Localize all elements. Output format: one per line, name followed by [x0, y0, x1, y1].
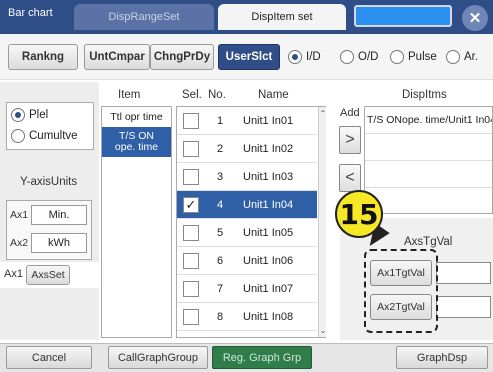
no-header: No.	[208, 89, 226, 101]
row-name: Unit1 In07	[243, 282, 294, 295]
table-row[interactable]: 6 Unit1 In06	[177, 247, 317, 275]
select-checkbox[interactable]	[183, 168, 199, 185]
table-row[interactable]: 8 Unit1 In08	[177, 303, 317, 331]
row-number: 4	[216, 198, 224, 211]
select-checkbox[interactable]	[183, 224, 199, 241]
y-axis-units-label: Y-axisUnits	[20, 176, 78, 188]
radio-plel-label: Plel	[29, 109, 49, 121]
table-row[interactable]: 7 Unit1 In07	[177, 275, 317, 303]
disp-item-row[interactable]: T/S ONope. time/Unit1 In04	[365, 107, 492, 134]
row-number: 8	[216, 310, 224, 323]
select-checkbox-checked[interactable]: ✓	[183, 196, 199, 213]
table-row[interactable]: 3 Unit1 In03	[177, 163, 317, 191]
select-checkbox[interactable]	[183, 308, 199, 325]
select-checkbox[interactable]	[183, 252, 199, 269]
radio-cumultve[interactable]: Cumultve	[11, 129, 78, 143]
disp-item-row[interactable]	[365, 188, 492, 213]
disp-items-header: DispItms	[402, 89, 447, 101]
cancel-button[interactable]: Cancel	[6, 346, 92, 369]
table-row[interactable]: 2 Unit1 In02	[177, 135, 317, 163]
row-name: Unit1 In05	[243, 226, 294, 239]
row-name: Unit1 In03	[243, 170, 294, 183]
ax1-unit-field[interactable]: Min.	[31, 205, 87, 225]
graph-display-button[interactable]: GraphDsp	[396, 346, 488, 369]
scroll-up-icon[interactable]: ⌃	[319, 109, 327, 118]
select-checkbox[interactable]	[183, 280, 199, 297]
user-select-button[interactable]: UserSlct	[218, 44, 280, 70]
ax-set-tag: Ax1	[4, 268, 23, 280]
call-graph-group-button[interactable]: CallGraphGroup	[108, 346, 208, 369]
radio-icon	[390, 50, 404, 64]
tab-blank[interactable]	[354, 5, 452, 27]
radio-selected-icon	[288, 50, 302, 64]
ax2-tag: Ax2	[10, 237, 29, 249]
item-row-ts-on-operation-time[interactable]: T/S ON ope. time	[102, 127, 171, 157]
tab-disp-range-set[interactable]: DispRangeSet	[74, 4, 214, 30]
table-scrollbar[interactable]: ⌃ ⌄	[318, 107, 326, 337]
row-number: 6	[216, 254, 224, 267]
disp-item-row[interactable]	[365, 134, 492, 161]
radio-icon	[11, 129, 25, 143]
change-period-button[interactable]: ChngPrDy	[150, 44, 214, 70]
unit-compare-button[interactable]: UntCmpar	[84, 44, 150, 70]
radio-cumultve-label: Cumultve	[29, 130, 78, 142]
row-name: Unit1 In08	[243, 310, 294, 323]
table-row[interactable]: 5 Unit1 In05	[177, 219, 317, 247]
radio-o-d-label: O/D	[358, 51, 379, 63]
radio-pulse[interactable]: Pulse	[390, 50, 437, 64]
axis-units-group: Ax1 Min. Ax2 kWh	[6, 200, 92, 260]
row-number: 1	[216, 114, 224, 127]
item-header: Item	[118, 89, 141, 101]
row-name: Unit1 In02	[243, 142, 294, 155]
radio-pulse-label: Pulse	[408, 51, 437, 63]
item-row-label-line2: ope. time	[114, 141, 159, 153]
table-row-selected[interactable]: ✓ 4 Unit1 In04	[177, 191, 317, 219]
row-number: 7	[216, 282, 224, 295]
axis-target-title: AxsTgVal	[404, 236, 453, 248]
tab-bar-chart[interactable]: Bar chart	[0, 0, 70, 34]
radio-ar[interactable]: Ar.	[446, 50, 478, 64]
radio-o-d[interactable]: O/D	[340, 50, 378, 64]
row-number: 3	[216, 170, 224, 183]
ax2-unit-field[interactable]: kWh	[31, 233, 87, 253]
ax1-tag: Ax1	[10, 209, 29, 221]
item-row-total-operation-time[interactable]: Ttl opr time	[102, 107, 171, 127]
radio-selected-icon	[11, 108, 25, 122]
row-name: Unit1 In01	[243, 114, 294, 127]
mode-group: Plel Cumultve	[6, 102, 94, 150]
row-number: 2	[216, 142, 224, 155]
add-label: Add	[340, 107, 360, 119]
item-list: Ttl opr time T/S ON ope. time	[101, 106, 172, 338]
unit-table: 1 Unit1 In01 2 Unit1 In02 3 Unit1 In03 ✓…	[176, 106, 326, 338]
row-name: Unit1 In06	[243, 254, 294, 267]
select-checkbox[interactable]	[183, 140, 199, 157]
select-checkbox[interactable]	[183, 112, 199, 129]
radio-io-d[interactable]: I/D	[288, 50, 321, 64]
row-number: 5	[216, 226, 224, 239]
highlight-dashed-box	[364, 249, 438, 333]
ax2-target-value-field[interactable]	[436, 296, 491, 318]
name-header: Name	[258, 89, 289, 101]
ranking-button[interactable]: Rankng	[8, 44, 78, 70]
scroll-down-icon[interactable]: ⌄	[319, 326, 327, 335]
axis-set-row: Ax1 AxsSet	[0, 262, 99, 288]
radio-ar-label: Ar.	[464, 51, 479, 63]
ax1-target-value-field[interactable]	[436, 262, 491, 284]
callout-badge: 15	[335, 190, 383, 238]
radio-io-d-label: I/D	[306, 51, 321, 63]
axis-set-button[interactable]: AxsSet	[26, 265, 70, 285]
add-right-arrow-icon[interactable]: >	[339, 126, 361, 154]
row-name: Unit1 In04	[243, 198, 294, 211]
tab-disp-item-set[interactable]: DispItem set	[218, 4, 346, 30]
disp-item-row[interactable]	[365, 161, 492, 188]
table-row[interactable]: 1 Unit1 In01	[177, 107, 317, 135]
reg-graph-group-button[interactable]: Reg. Graph Grp	[212, 346, 312, 369]
radio-plel[interactable]: Plel	[11, 108, 48, 122]
radio-icon	[446, 50, 460, 64]
remove-left-arrow-icon[interactable]: <	[339, 164, 361, 192]
disp-items-list: T/S ONope. time/Unit1 In04	[364, 106, 493, 214]
close-icon[interactable]: ✕	[462, 5, 488, 31]
sel-header: Sel.	[182, 89, 202, 101]
radio-icon	[340, 50, 354, 64]
